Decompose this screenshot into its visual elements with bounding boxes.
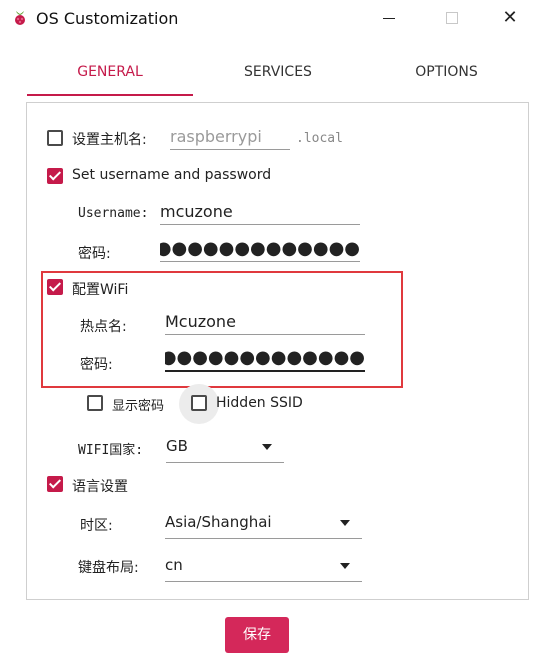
hostname-label: 设置主机名: bbox=[72, 132, 147, 148]
user-label: Set username and password bbox=[72, 167, 272, 183]
user-password-input[interactable]: ●●●●●●●●●●●●● bbox=[160, 237, 360, 262]
keyboard-value: cn bbox=[165, 556, 183, 574]
username-input[interactable]: mcuzone bbox=[160, 200, 360, 225]
show-password-label: 显示密码 bbox=[112, 399, 165, 414]
timezone-value: Asia/Shanghai bbox=[165, 513, 272, 531]
raspberry-icon bbox=[15, 11, 25, 25]
user-password-label: 密码: bbox=[78, 246, 111, 262]
hidden-ssid-label: Hidden SSID bbox=[216, 395, 303, 411]
minimize-button[interactable] bbox=[375, 6, 403, 30]
wifi-country-value: GB bbox=[166, 437, 188, 455]
chevron-down-icon bbox=[262, 444, 272, 450]
show-password-checkbox[interactable] bbox=[87, 395, 103, 411]
wifi-label: 配置WiFi bbox=[72, 282, 129, 298]
save-button[interactable]: 保存 bbox=[225, 617, 289, 653]
wifi-country-select[interactable]: GB bbox=[166, 432, 284, 463]
window-title: OS Customization bbox=[36, 9, 179, 28]
hidden-ssid-checkbox[interactable] bbox=[191, 395, 207, 411]
wifi-country-label: WIFI国家: bbox=[78, 443, 144, 458]
timezone-select[interactable]: Asia/Shanghai bbox=[165, 508, 362, 539]
wifi-password-label: 密码: bbox=[80, 357, 113, 373]
keyboard-label: 键盘布局: bbox=[78, 560, 139, 576]
hostname-suffix: .local bbox=[296, 131, 343, 146]
locale-checkbox[interactable] bbox=[47, 476, 63, 492]
user-checkbox[interactable] bbox=[47, 168, 63, 184]
timezone-label: 时区: bbox=[80, 518, 113, 534]
chevron-down-icon bbox=[340, 520, 350, 526]
wifi-password-input[interactable]: ●●●●●●●●●●●●●● bbox=[165, 346, 365, 372]
username-label: Username: bbox=[78, 206, 149, 221]
tab-bar: GENERAL SERVICES OPTIONS bbox=[27, 50, 530, 96]
keyboard-select[interactable]: cn bbox=[165, 551, 362, 582]
hostname-checkbox[interactable] bbox=[47, 130, 63, 146]
close-button[interactable]: ✕ bbox=[496, 6, 524, 30]
title-bar: OS Customization ✕ bbox=[0, 0, 541, 38]
maximize-button[interactable] bbox=[437, 6, 465, 30]
locale-label: 语言设置 bbox=[72, 479, 128, 495]
tab-services[interactable]: SERVICES bbox=[193, 50, 363, 96]
chevron-down-icon bbox=[340, 563, 350, 569]
tab-general[interactable]: GENERAL bbox=[27, 50, 193, 96]
ssid-label: 热点名: bbox=[80, 319, 127, 335]
tab-options[interactable]: OPTIONS bbox=[363, 50, 530, 96]
ssid-input[interactable]: Mcuzone bbox=[165, 310, 365, 335]
hostname-input[interactable]: raspberrypi bbox=[170, 125, 290, 150]
wifi-checkbox[interactable] bbox=[47, 279, 63, 295]
